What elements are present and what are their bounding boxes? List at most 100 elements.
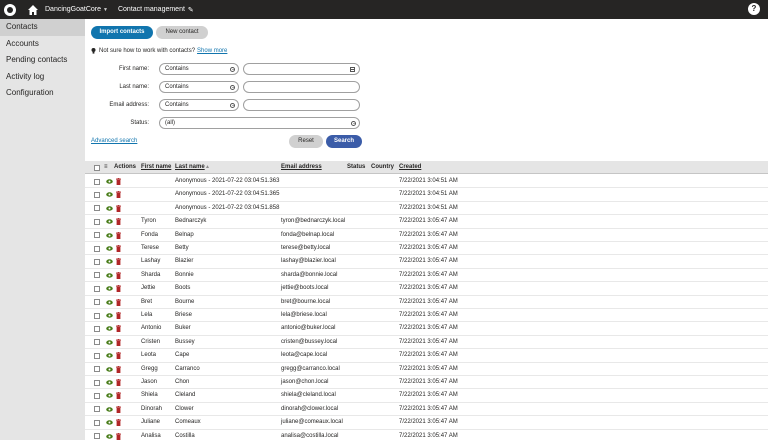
row-checkbox[interactable] xyxy=(94,392,100,399)
view-icon[interactable] xyxy=(106,192,113,198)
view-icon[interactable] xyxy=(106,313,113,318)
table-row[interactable]: Anonymous - 2021-07-22 03:04:51.363 7/22/… xyxy=(85,175,768,189)
table-row[interactable]: Bret Bourne bret@bourne.local 7/22/2021 3:0… xyxy=(85,296,768,309)
table-row[interactable]: Anonymous - 2021-07-22 03:04:51.858 7/22/… xyxy=(85,202,768,216)
view-icon[interactable] xyxy=(106,340,113,345)
help-icon[interactable]: ? xyxy=(748,3,760,15)
sort-ascending-icon[interactable]: ▲ xyxy=(205,161,210,174)
view-icon[interactable] xyxy=(106,206,113,211)
delete-icon[interactable] xyxy=(116,231,121,239)
advanced-search-link[interactable]: Advanced search xyxy=(91,138,137,144)
delete-icon[interactable] xyxy=(116,218,121,226)
delete-icon[interactable] xyxy=(116,338,121,346)
row-checkbox[interactable] xyxy=(94,245,100,252)
sidebar-item-configuration[interactable]: Configuration xyxy=(0,85,85,102)
delete-icon[interactable] xyxy=(116,178,121,185)
header-status[interactable]: Status xyxy=(347,161,365,174)
table-row[interactable]: Leota Cape leota@cape.local 7/22/2021 3:05:… xyxy=(85,349,768,363)
table-row[interactable]: Shiela Cleland shiela@cleland.local 7/22/20… xyxy=(85,389,768,403)
email-address-input[interactable] xyxy=(243,99,360,111)
delete-icon[interactable] xyxy=(116,271,121,279)
row-checkbox[interactable] xyxy=(94,312,100,319)
table-row[interactable]: Jettie Boots jettie@boots.local 7/22/2021 3… xyxy=(85,282,768,296)
reset-button[interactable]: Reset xyxy=(289,135,323,148)
table-row[interactable]: Sharda Bonnie sharda@bonnie.local 7/22/2021… xyxy=(85,269,768,283)
table-row[interactable]: Terese Betty terese@betty.local 7/22/2021 3… xyxy=(85,242,768,256)
calendar-icon[interactable] xyxy=(350,67,355,72)
import-contacts-button[interactable]: Import contacts xyxy=(91,26,153,39)
view-icon[interactable] xyxy=(106,433,113,439)
row-checkbox[interactable] xyxy=(94,232,100,239)
view-icon[interactable] xyxy=(106,393,113,399)
delete-icon[interactable] xyxy=(116,258,121,266)
delete-icon[interactable] xyxy=(116,245,121,252)
delete-icon[interactable] xyxy=(116,191,121,199)
table-row[interactable]: Antonio Buker antonio@buker.local 7/22/2021… xyxy=(85,322,768,336)
kentico-logo-icon[interactable] xyxy=(4,3,16,16)
view-icon[interactable] xyxy=(106,299,113,305)
delete-icon[interactable] xyxy=(116,365,121,373)
column-menu-icon[interactable]: ≡ xyxy=(104,161,108,174)
view-icon[interactable] xyxy=(106,366,113,372)
show-more-link[interactable]: Show more xyxy=(197,48,227,54)
sidebar-item-pending-contacts[interactable]: Pending contacts xyxy=(0,52,85,69)
row-checkbox[interactable] xyxy=(94,178,100,185)
header-created[interactable]: Created xyxy=(399,161,421,174)
table-row[interactable]: Dinorah Clower dinorah@clower.local 7/22/20… xyxy=(85,403,768,417)
row-checkbox[interactable] xyxy=(94,433,100,440)
pin-icon[interactable]: ✎ xyxy=(188,6,194,14)
first-name-operator-select[interactable]: Contains xyxy=(159,63,239,75)
sidebar-item-accounts[interactable]: Accounts xyxy=(0,36,85,53)
row-checkbox[interactable] xyxy=(94,272,100,279)
view-icon[interactable] xyxy=(106,232,113,238)
row-checkbox[interactable] xyxy=(94,285,100,292)
delete-icon[interactable] xyxy=(116,379,121,386)
table-row[interactable]: Fonda Belnap fonda@belnap.local 7/22/2021 3… xyxy=(85,229,768,242)
header-first-name[interactable]: First name xyxy=(141,161,171,174)
view-icon[interactable] xyxy=(106,286,113,291)
table-row[interactable]: Tyron Bednarczyk tyron@bednarczyk.local 7/2… xyxy=(85,215,768,229)
row-checkbox[interactable] xyxy=(94,366,100,373)
sidebar-item-activity-log[interactable]: Activity log xyxy=(0,69,85,86)
table-row[interactable]: Lashay Blazier lashay@blazier.local 7/22/20… xyxy=(85,255,768,269)
status-select[interactable]: (all) xyxy=(159,117,360,129)
table-row[interactable]: Analisa Costilla analisa@costilla.local 7/2… xyxy=(85,430,768,440)
row-checkbox[interactable] xyxy=(94,379,100,386)
view-icon[interactable] xyxy=(106,326,113,332)
delete-icon[interactable] xyxy=(116,392,121,400)
row-checkbox[interactable] xyxy=(94,339,100,346)
view-icon[interactable] xyxy=(106,407,113,412)
delete-icon[interactable] xyxy=(116,352,121,360)
header-email-address[interactable]: Email address xyxy=(281,161,322,174)
header-country[interactable]: Country xyxy=(371,161,394,174)
row-checkbox[interactable] xyxy=(94,218,100,225)
last-name-operator-select[interactable]: Contains xyxy=(159,81,239,93)
table-row[interactable]: Anonymous - 2021-07-22 03:04:51.365 7/22/… xyxy=(85,188,768,202)
view-icon[interactable] xyxy=(106,219,113,224)
table-row[interactable]: Lela Briese lela@briese.local 7/22/2021 3:0… xyxy=(85,309,768,323)
row-checkbox[interactable] xyxy=(94,205,100,212)
first-name-input[interactable] xyxy=(243,63,360,75)
table-row[interactable]: Cristen Bussey cristen@bussey.local 7/22/20… xyxy=(85,336,768,350)
row-checkbox[interactable] xyxy=(94,419,100,426)
delete-icon[interactable] xyxy=(116,325,121,333)
delete-icon[interactable] xyxy=(116,312,121,319)
row-checkbox[interactable] xyxy=(94,406,100,413)
sidebar-item-contacts[interactable]: Contacts xyxy=(0,19,85,36)
delete-icon[interactable] xyxy=(116,405,121,413)
view-icon[interactable] xyxy=(106,259,113,265)
email-operator-select[interactable]: Contains xyxy=(159,99,239,111)
row-checkbox[interactable] xyxy=(94,325,100,332)
row-checkbox[interactable] xyxy=(94,352,100,359)
table-row[interactable]: Juliane Comeaux juliane@comeaux.local 7/22/… xyxy=(85,416,768,430)
delete-icon[interactable] xyxy=(116,285,121,293)
new-contact-button[interactable]: New contact xyxy=(156,26,208,39)
table-row[interactable]: Jason Chon jason@chon.local 7/22/2021 3:05:… xyxy=(85,376,768,390)
search-button[interactable]: Search xyxy=(326,135,362,148)
delete-icon[interactable] xyxy=(116,204,121,212)
site-selector[interactable]: DancingGoatCore ▼ xyxy=(45,6,108,13)
row-checkbox[interactable] xyxy=(94,258,100,265)
view-icon[interactable] xyxy=(106,420,113,425)
view-icon[interactable] xyxy=(106,246,113,251)
view-icon[interactable] xyxy=(106,353,113,358)
